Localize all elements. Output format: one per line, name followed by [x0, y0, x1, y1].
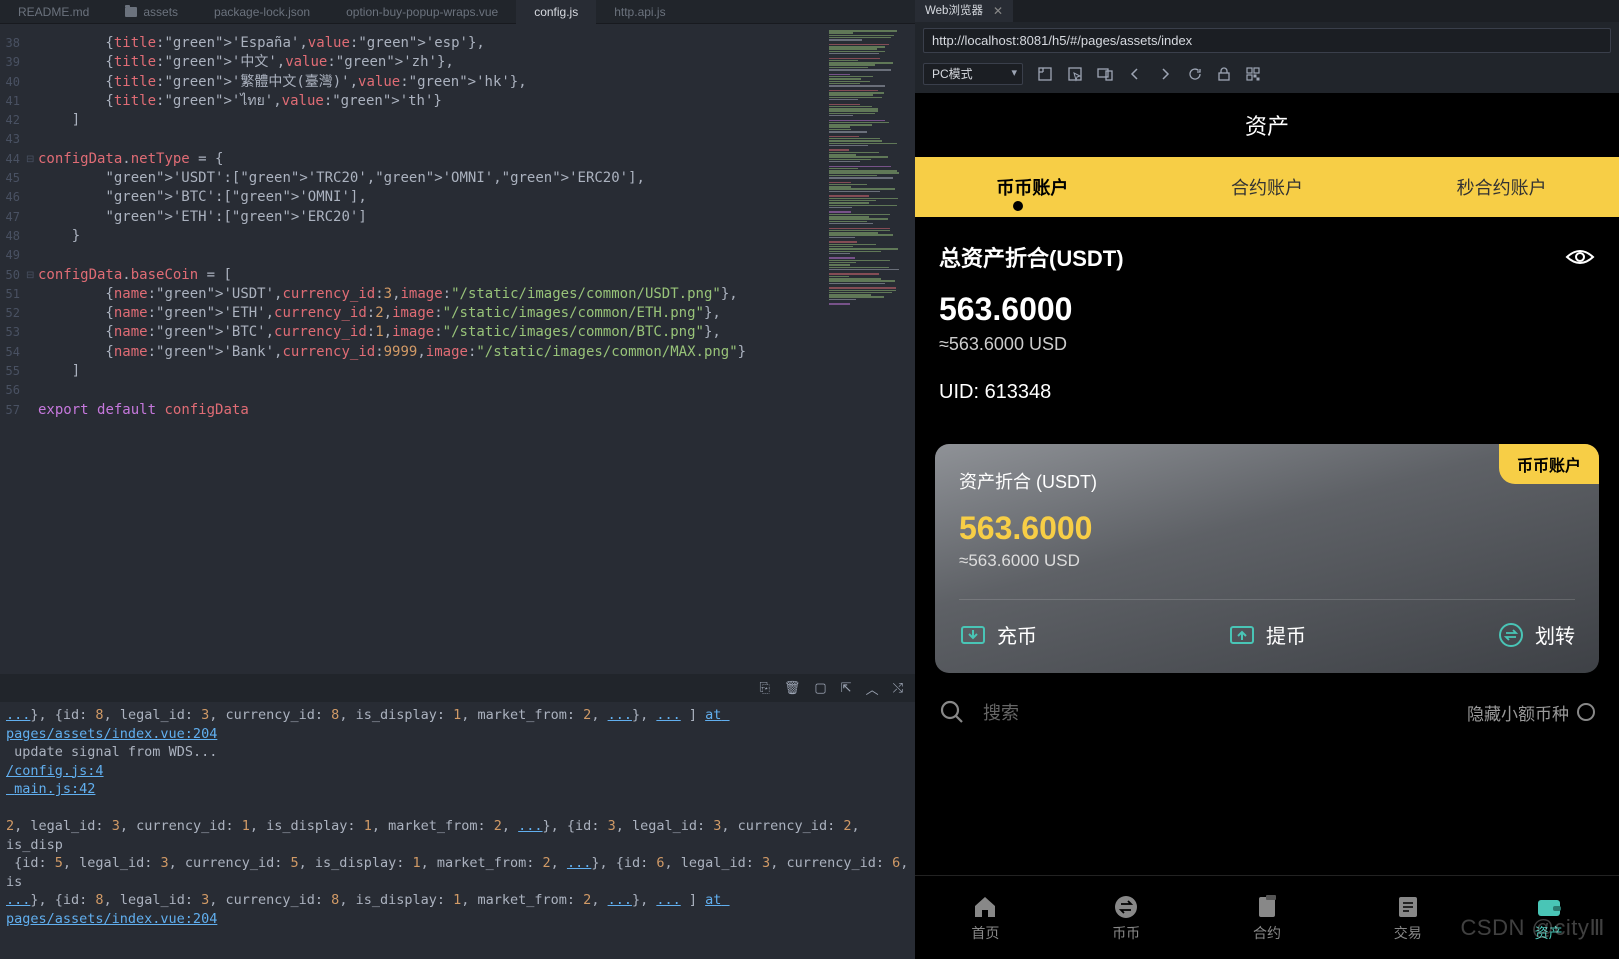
summary-value: 563.6000 — [939, 291, 1595, 328]
assets-summary: 总资产折合(USDT) 563.6000 ≈563.6000 USD UID: … — [915, 217, 1619, 432]
summary-uid: UID: 613348 — [939, 381, 1595, 404]
lock-icon[interactable] — [1217, 66, 1231, 82]
deposit-action[interactable]: 充币 — [959, 620, 1037, 649]
radio-icon — [1577, 703, 1595, 721]
browser-toolbar: PC模式 — [915, 59, 1619, 93]
deposit-icon — [959, 621, 987, 649]
card-label: 资产折合 (USDT) — [959, 468, 1575, 494]
nav-contract[interactable]: 合约 — [1197, 876, 1338, 959]
editor-tab-bar: README.md assets package-lock.json optio… — [0, 0, 915, 24]
nav-coin-label: 币币 — [1112, 923, 1140, 943]
console-output[interactable]: ...}, {id: 8, legal_id: 3, currency_id: … — [0, 702, 915, 959]
card-subvalue: ≈563.6000 USD — [959, 551, 1575, 571]
contract-icon — [1253, 893, 1281, 921]
console-collapse-icon[interactable]: ︿ — [866, 679, 879, 698]
withdraw-action[interactable]: 提币 — [1228, 620, 1306, 649]
app-page-title: 资产 — [915, 93, 1619, 157]
tab-http-api[interactable]: http.api.js — [596, 0, 683, 24]
app-tab-contract[interactable]: 合约账户 — [1150, 156, 1385, 218]
folder-icon — [125, 7, 137, 17]
tab-indicator — [1013, 201, 1023, 211]
transfer-action[interactable]: 划转 — [1497, 620, 1575, 649]
nav-assets-label: 资产 — [1535, 923, 1563, 943]
app-tab-seconds[interactable]: 秒合约账户 — [1384, 156, 1619, 218]
summary-subvalue: ≈563.6000 USD — [939, 334, 1595, 355]
console-source-icon[interactable]: ⎘ — [759, 680, 769, 696]
trade-icon — [1394, 893, 1422, 921]
code-editor[interactable]: 38 39 40 41 42 43 44 45 46 47 48 49 50 5… — [0, 24, 915, 674]
search-row: 搜索 隐藏小额币种 — [915, 685, 1619, 739]
tab-package-lock[interactable]: package-lock.json — [196, 0, 328, 24]
bottom-nav: 首页 币币 合约 交易 资产 — [915, 875, 1619, 959]
search-icon[interactable] — [939, 699, 965, 725]
withdraw-label: 提币 — [1266, 620, 1306, 649]
browser-tab[interactable]: Web浏览器 ✕ — [915, 0, 1013, 22]
console-toolbar: ⎘ 🗑 ▢ ⇱ ︿ ⤭ — [0, 674, 915, 702]
console-stop-icon[interactable]: ▢ — [814, 680, 826, 696]
account-card: 币币账户 资产折合 (USDT) 563.6000 ≈563.6000 USD … — [935, 444, 1599, 673]
card-badge: 币币账户 — [1499, 444, 1599, 484]
console-swap-icon[interactable]: ⤭ — [893, 680, 903, 696]
nav-trade-label: 交易 — [1394, 923, 1422, 943]
back-icon[interactable] — [1127, 66, 1143, 82]
nav-home-label: 首页 — [971, 923, 999, 943]
card-divider — [959, 599, 1575, 600]
browser-tabbar: Web浏览器 ✕ — [915, 0, 1619, 22]
close-icon[interactable]: ✕ — [993, 0, 1003, 22]
coin-icon — [1112, 893, 1140, 921]
refresh-icon[interactable] — [1187, 66, 1203, 82]
fold-gutter: ⊟⊟ — [26, 24, 38, 674]
console-clear-icon[interactable]: 🗑 — [784, 680, 801, 696]
card-actions: 充币 提币 划转 — [959, 620, 1575, 649]
app-tabs: 币币账户 合约账户 秒合约账户 — [915, 157, 1619, 217]
url-bar-container — [915, 22, 1619, 59]
new-window-icon[interactable] — [1037, 66, 1053, 82]
console-export-icon[interactable]: ⇱ — [841, 680, 852, 696]
nav-contract-label: 合约 — [1253, 923, 1281, 943]
line-gutter: 38 39 40 41 42 43 44 45 46 47 48 49 50 5… — [0, 24, 26, 674]
tab-config[interactable]: config.js — [516, 0, 596, 24]
nav-trade[interactable]: 交易 — [1337, 876, 1478, 959]
tab-assets-label: assets — [143, 0, 178, 24]
card-value: 563.6000 — [959, 510, 1575, 547]
app-viewport: 资产 币币账户 合约账户 秒合约账户 总资产折合(USDT) 563.6000 … — [915, 93, 1619, 959]
transfer-icon — [1497, 621, 1525, 649]
editor-pane: README.md assets package-lock.json optio… — [0, 0, 915, 959]
eye-icon[interactable] — [1565, 247, 1595, 267]
minimap[interactable] — [825, 24, 915, 674]
wallet-icon — [1535, 893, 1563, 921]
nav-home[interactable]: 首页 — [915, 876, 1056, 959]
tab-assets[interactable]: assets — [107, 0, 196, 24]
code-content[interactable]: {title:"green">'España',value:"green">'e… — [38, 24, 915, 674]
inspect-icon[interactable] — [1067, 66, 1083, 82]
qr-icon[interactable] — [1245, 66, 1261, 82]
withdraw-icon — [1228, 621, 1256, 649]
nav-coin[interactable]: 币币 — [1056, 876, 1197, 959]
browser-pane: Web浏览器 ✕ PC模式 资产 币币账户 合约账户 秒合约账户 总资产折合(U… — [915, 0, 1619, 959]
mode-select[interactable]: PC模式 — [923, 63, 1023, 85]
deposit-label: 充币 — [997, 620, 1037, 649]
tab-option-popup[interactable]: option-buy-popup-wraps.vue — [328, 0, 516, 24]
browser-tab-title: Web浏览器 — [925, 0, 983, 22]
card-wrap: 币币账户 资产折合 (USDT) 563.6000 ≈563.6000 USD … — [915, 432, 1619, 685]
devices-icon[interactable] — [1097, 66, 1113, 82]
forward-icon[interactable] — [1157, 66, 1173, 82]
search-placeholder[interactable]: 搜索 — [983, 699, 1449, 725]
hide-small-toggle[interactable]: 隐藏小额币种 — [1467, 700, 1595, 725]
nav-assets[interactable]: 资产 — [1478, 876, 1619, 959]
home-icon — [971, 893, 999, 921]
summary-title: 总资产折合(USDT) — [939, 241, 1124, 273]
tab-readme[interactable]: README.md — [0, 0, 107, 24]
transfer-label: 划转 — [1535, 620, 1575, 649]
app-tab-coin[interactable]: 币币账户 — [915, 156, 1150, 218]
hide-small-label: 隐藏小额币种 — [1467, 700, 1569, 725]
url-input[interactable] — [923, 28, 1611, 53]
